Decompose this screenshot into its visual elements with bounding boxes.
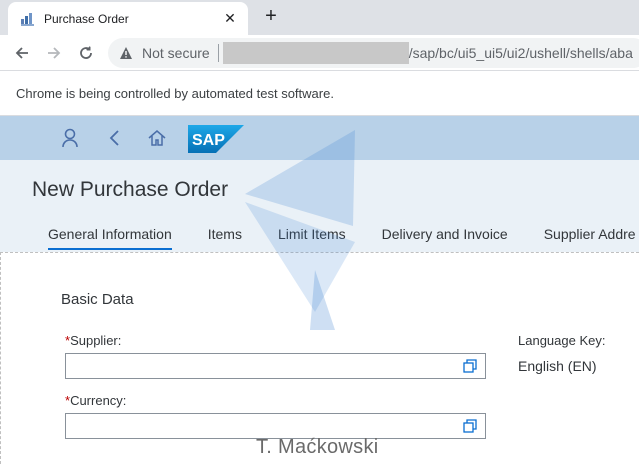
value-help-icon[interactable] xyxy=(463,359,477,373)
warning-triangle-icon xyxy=(118,45,134,61)
page-title: New Purchase Order xyxy=(32,178,229,201)
forward-arrow-icon[interactable] xyxy=(42,41,66,65)
object-header: New Purchase Order General Information I… xyxy=(0,160,639,252)
tab-items[interactable]: Items xyxy=(208,226,242,250)
back-chevron-icon[interactable] xyxy=(102,126,126,150)
user-profile-icon[interactable] xyxy=(58,126,82,150)
browser-tab-strip: Purchase Order ✕ + xyxy=(0,0,639,35)
supplier-field[interactable] xyxy=(65,353,486,379)
watermark-text: T. Maćkowski xyxy=(256,436,379,458)
form-content: Basic Data *Supplier: *Currency: Languag… xyxy=(0,252,639,464)
address-bar[interactable]: Not secure /sap/bc/ui5_ui5/ui2/ushell/sh… xyxy=(108,38,639,68)
tab-general-information[interactable]: General Information xyxy=(48,226,172,250)
not-secure-label[interactable]: Not secure xyxy=(142,45,210,61)
value-help-icon[interactable] xyxy=(463,419,477,433)
tab-limit-items[interactable]: Limit Items xyxy=(278,226,346,250)
back-arrow-icon[interactable] xyxy=(10,41,34,65)
omnibox-divider xyxy=(217,44,219,62)
browser-tab[interactable]: Purchase Order ✕ xyxy=(8,2,248,35)
tab-supplier-address[interactable]: Supplier Addre xyxy=(544,226,636,250)
home-icon[interactable] xyxy=(145,126,169,150)
tab-delivery-and-invoice[interactable]: Delivery and Invoice xyxy=(382,226,508,250)
close-tab-icon[interactable]: ✕ xyxy=(222,10,238,27)
tab-title: Purchase Order xyxy=(44,11,129,26)
url-path: /sap/bc/ui5_ui5/ui2/ushell/shells/aba xyxy=(408,45,633,61)
reload-icon[interactable] xyxy=(74,41,98,65)
sap-logo[interactable]: SAP xyxy=(188,125,244,153)
language-key-value: English (EN) xyxy=(518,358,597,374)
redacted-host xyxy=(222,42,409,64)
shell-bar: SAP xyxy=(0,116,639,160)
automation-infobar: Chrome is being controlled by automated … xyxy=(0,72,639,116)
supplier-label: *Supplier: xyxy=(65,333,122,348)
svg-text:SAP: SAP xyxy=(192,132,225,149)
section-title: Basic Data xyxy=(61,291,134,308)
infobar-text: Chrome is being controlled by automated … xyxy=(16,86,334,101)
language-key-label: Language Key: xyxy=(518,333,606,348)
sap-favicon-icon xyxy=(20,11,36,27)
browser-toolbar: Not secure /sap/bc/ui5_ui5/ui2/ushell/sh… xyxy=(0,35,639,71)
currency-label: *Currency: xyxy=(65,393,127,408)
new-tab-plus-icon[interactable]: + xyxy=(260,5,282,27)
section-tabs: General Information Items Limit Items De… xyxy=(48,226,639,250)
